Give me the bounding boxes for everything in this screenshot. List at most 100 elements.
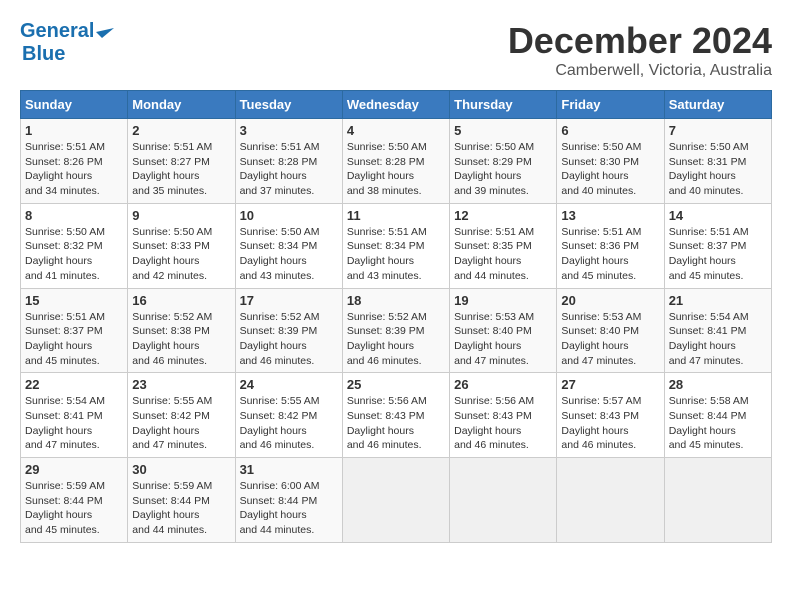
- calendar-cell: [664, 458, 771, 543]
- header-thursday: Thursday: [450, 91, 557, 119]
- logo-bird-icon: [96, 23, 114, 41]
- day-info: Sunrise: 5:51 AM Sunset: 8:37 PM Dayligh…: [669, 225, 767, 284]
- calendar-cell: 30 Sunrise: 5:59 AM Sunset: 8:44 PM Dayl…: [128, 458, 235, 543]
- calendar-cell: 23 Sunrise: 5:55 AM Sunset: 8:42 PM Dayl…: [128, 373, 235, 458]
- day-info: Sunrise: 5:51 AM Sunset: 8:34 PM Dayligh…: [347, 225, 445, 284]
- calendar-cell: 6 Sunrise: 5:50 AM Sunset: 8:30 PM Dayli…: [557, 119, 664, 204]
- calendar-cell: 5 Sunrise: 5:50 AM Sunset: 8:29 PM Dayli…: [450, 119, 557, 204]
- calendar-cell: 28 Sunrise: 5:58 AM Sunset: 8:44 PM Dayl…: [664, 373, 771, 458]
- day-info: Sunrise: 5:55 AM Sunset: 8:42 PM Dayligh…: [132, 394, 230, 453]
- day-info: Sunrise: 5:50 AM Sunset: 8:32 PM Dayligh…: [25, 225, 123, 284]
- day-number: 1: [25, 123, 123, 138]
- calendar-cell: 13 Sunrise: 5:51 AM Sunset: 8:36 PM Dayl…: [557, 203, 664, 288]
- day-number: 7: [669, 123, 767, 138]
- calendar-cell: [342, 458, 449, 543]
- calendar-cell: 24 Sunrise: 5:55 AM Sunset: 8:42 PM Dayl…: [235, 373, 342, 458]
- calendar-cell: 7 Sunrise: 5:50 AM Sunset: 8:31 PM Dayli…: [664, 119, 771, 204]
- location: Camberwell, Victoria, Australia: [508, 62, 772, 80]
- calendar-cell: 2 Sunrise: 5:51 AM Sunset: 8:27 PM Dayli…: [128, 119, 235, 204]
- day-number: 3: [240, 123, 338, 138]
- calendar-week-row: 1 Sunrise: 5:51 AM Sunset: 8:26 PM Dayli…: [21, 119, 772, 204]
- header-saturday: Saturday: [664, 91, 771, 119]
- day-number: 6: [561, 123, 659, 138]
- day-info: Sunrise: 5:51 AM Sunset: 8:36 PM Dayligh…: [561, 225, 659, 284]
- day-number: 15: [25, 293, 123, 308]
- day-info: Sunrise: 5:51 AM Sunset: 8:35 PM Dayligh…: [454, 225, 552, 284]
- day-number: 5: [454, 123, 552, 138]
- calendar-cell: 17 Sunrise: 5:52 AM Sunset: 8:39 PM Dayl…: [235, 288, 342, 373]
- day-info: Sunrise: 5:56 AM Sunset: 8:43 PM Dayligh…: [454, 394, 552, 453]
- day-number: 31: [240, 462, 338, 477]
- logo-general: General: [20, 20, 94, 43]
- day-info: Sunrise: 5:50 AM Sunset: 8:29 PM Dayligh…: [454, 140, 552, 199]
- day-info: Sunrise: 5:51 AM Sunset: 8:28 PM Dayligh…: [240, 140, 338, 199]
- calendar-cell: 22 Sunrise: 5:54 AM Sunset: 8:41 PM Dayl…: [21, 373, 128, 458]
- header-friday: Friday: [557, 91, 664, 119]
- logo-blue: Blue: [22, 43, 65, 66]
- day-number: 14: [669, 208, 767, 223]
- day-number: 16: [132, 293, 230, 308]
- calendar-cell: 27 Sunrise: 5:57 AM Sunset: 8:43 PM Dayl…: [557, 373, 664, 458]
- day-number: 26: [454, 377, 552, 392]
- day-number: 4: [347, 123, 445, 138]
- day-info: Sunrise: 5:52 AM Sunset: 8:38 PM Dayligh…: [132, 310, 230, 369]
- day-info: Sunrise: 5:51 AM Sunset: 8:37 PM Dayligh…: [25, 310, 123, 369]
- calendar-cell: 15 Sunrise: 5:51 AM Sunset: 8:37 PM Dayl…: [21, 288, 128, 373]
- day-info: Sunrise: 5:52 AM Sunset: 8:39 PM Dayligh…: [240, 310, 338, 369]
- calendar-cell: 16 Sunrise: 5:52 AM Sunset: 8:38 PM Dayl…: [128, 288, 235, 373]
- calendar-cell: 21 Sunrise: 5:54 AM Sunset: 8:41 PM Dayl…: [664, 288, 771, 373]
- day-number: 29: [25, 462, 123, 477]
- calendar-cell: 12 Sunrise: 5:51 AM Sunset: 8:35 PM Dayl…: [450, 203, 557, 288]
- day-number: 8: [25, 208, 123, 223]
- calendar-week-row: 8 Sunrise: 5:50 AM Sunset: 8:32 PM Dayli…: [21, 203, 772, 288]
- calendar-cell: 8 Sunrise: 5:50 AM Sunset: 8:32 PM Dayli…: [21, 203, 128, 288]
- day-info: Sunrise: 5:54 AM Sunset: 8:41 PM Dayligh…: [25, 394, 123, 453]
- calendar-cell: 9 Sunrise: 5:50 AM Sunset: 8:33 PM Dayli…: [128, 203, 235, 288]
- day-info: Sunrise: 5:50 AM Sunset: 8:34 PM Dayligh…: [240, 225, 338, 284]
- day-number: 27: [561, 377, 659, 392]
- day-number: 13: [561, 208, 659, 223]
- month-title: December 2024: [508, 20, 772, 62]
- calendar-cell: 10 Sunrise: 5:50 AM Sunset: 8:34 PM Dayl…: [235, 203, 342, 288]
- day-number: 30: [132, 462, 230, 477]
- day-info: Sunrise: 5:50 AM Sunset: 8:28 PM Dayligh…: [347, 140, 445, 199]
- day-info: Sunrise: 5:50 AM Sunset: 8:33 PM Dayligh…: [132, 225, 230, 284]
- calendar-cell: 20 Sunrise: 5:53 AM Sunset: 8:40 PM Dayl…: [557, 288, 664, 373]
- day-number: 23: [132, 377, 230, 392]
- header-monday: Monday: [128, 91, 235, 119]
- calendar-cell: 25 Sunrise: 5:56 AM Sunset: 8:43 PM Dayl…: [342, 373, 449, 458]
- calendar-table: Sunday Monday Tuesday Wednesday Thursday…: [20, 90, 772, 543]
- header-tuesday: Tuesday: [235, 91, 342, 119]
- calendar-cell: 18 Sunrise: 5:52 AM Sunset: 8:39 PM Dayl…: [342, 288, 449, 373]
- title-block: December 2024 Camberwell, Victoria, Aust…: [508, 20, 772, 80]
- page-header: General Blue December 2024 Camberwell, V…: [20, 20, 772, 80]
- calendar-cell: 26 Sunrise: 5:56 AM Sunset: 8:43 PM Dayl…: [450, 373, 557, 458]
- day-info: Sunrise: 5:53 AM Sunset: 8:40 PM Dayligh…: [454, 310, 552, 369]
- day-number: 18: [347, 293, 445, 308]
- day-number: 21: [669, 293, 767, 308]
- calendar-cell: 14 Sunrise: 5:51 AM Sunset: 8:37 PM Dayl…: [664, 203, 771, 288]
- calendar-cell: 19 Sunrise: 5:53 AM Sunset: 8:40 PM Dayl…: [450, 288, 557, 373]
- day-number: 25: [347, 377, 445, 392]
- header-wednesday: Wednesday: [342, 91, 449, 119]
- day-number: 19: [454, 293, 552, 308]
- calendar-week-row: 29 Sunrise: 5:59 AM Sunset: 8:44 PM Dayl…: [21, 458, 772, 543]
- calendar-week-row: 15 Sunrise: 5:51 AM Sunset: 8:37 PM Dayl…: [21, 288, 772, 373]
- calendar-week-row: 22 Sunrise: 5:54 AM Sunset: 8:41 PM Dayl…: [21, 373, 772, 458]
- day-number: 2: [132, 123, 230, 138]
- calendar-cell: 1 Sunrise: 5:51 AM Sunset: 8:26 PM Dayli…: [21, 119, 128, 204]
- day-number: 10: [240, 208, 338, 223]
- day-number: 24: [240, 377, 338, 392]
- calendar-cell: 4 Sunrise: 5:50 AM Sunset: 8:28 PM Dayli…: [342, 119, 449, 204]
- calendar-cell: 29 Sunrise: 5:59 AM Sunset: 8:44 PM Dayl…: [21, 458, 128, 543]
- day-info: Sunrise: 5:52 AM Sunset: 8:39 PM Dayligh…: [347, 310, 445, 369]
- day-number: 12: [454, 208, 552, 223]
- day-info: Sunrise: 5:59 AM Sunset: 8:44 PM Dayligh…: [25, 479, 123, 538]
- day-number: 17: [240, 293, 338, 308]
- logo: General Blue: [20, 20, 114, 66]
- calendar-cell: [557, 458, 664, 543]
- day-info: Sunrise: 5:57 AM Sunset: 8:43 PM Dayligh…: [561, 394, 659, 453]
- day-number: 28: [669, 377, 767, 392]
- calendar-cell: 3 Sunrise: 5:51 AM Sunset: 8:28 PM Dayli…: [235, 119, 342, 204]
- calendar-cell: 11 Sunrise: 5:51 AM Sunset: 8:34 PM Dayl…: [342, 203, 449, 288]
